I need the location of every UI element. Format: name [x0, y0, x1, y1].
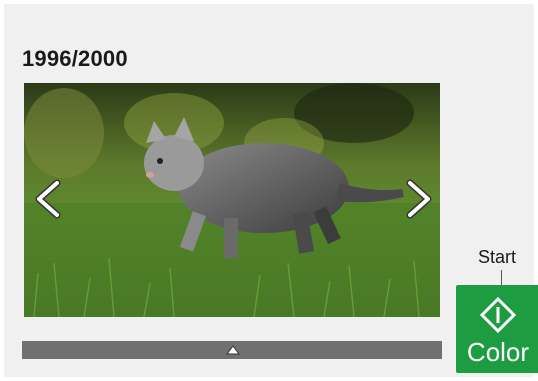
kitten-photo [24, 83, 440, 317]
color-start-button[interactable]: Color [456, 285, 538, 373]
start-indicator-line [501, 270, 502, 285]
photo-preview[interactable] [24, 83, 440, 317]
chevron-right-icon [406, 179, 432, 219]
photo-counter: 1996/2000 [22, 46, 128, 71]
previous-photo-button[interactable] [31, 179, 65, 219]
next-photo-button[interactable] [402, 179, 436, 219]
chevron-left-icon [35, 179, 61, 219]
start-label: Start [478, 247, 517, 267]
start-diamond-icon [480, 297, 516, 333]
printer-display: 1996/2000 Start Color [4, 4, 538, 377]
color-button-label: Color [466, 337, 530, 367]
expand-menu-bar[interactable] [22, 341, 442, 359]
triangle-up-icon [226, 345, 240, 355]
